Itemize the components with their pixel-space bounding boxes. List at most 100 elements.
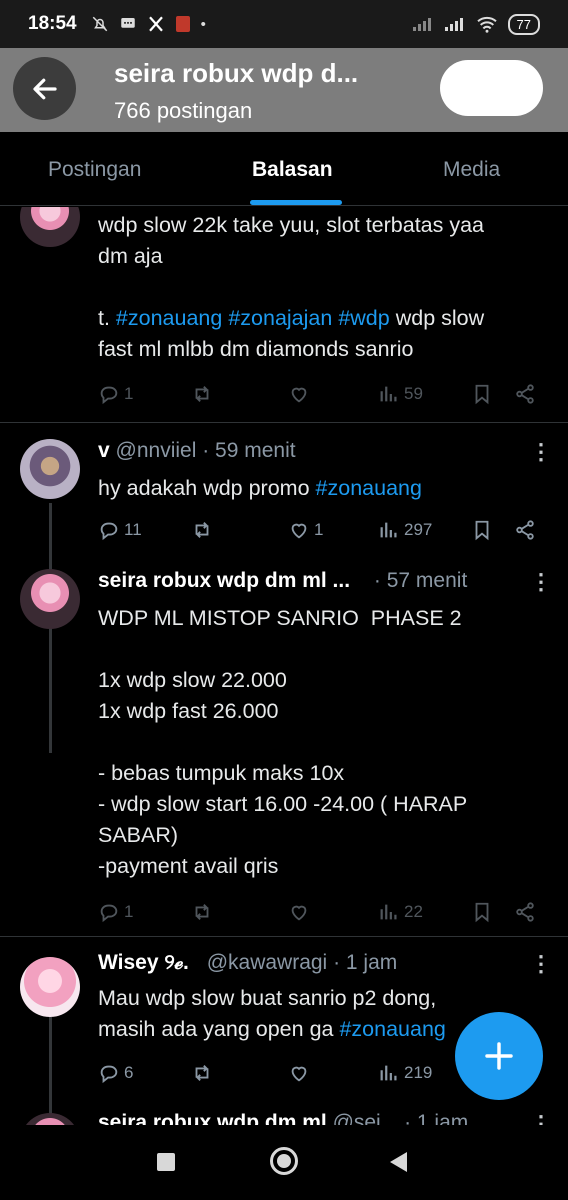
avatar[interactable] (20, 1113, 80, 1125)
avatar[interactable] (20, 207, 80, 247)
profile-tabs: Postingan Balasan Media (0, 132, 568, 206)
reply-count: 1 (124, 384, 134, 403)
more-options-button[interactable]: ⋮ (530, 953, 552, 975)
plus-icon (485, 1042, 513, 1070)
replies-feed: wdp slow 22k take yuu, slot terbatas yaa… (0, 207, 568, 1125)
view-count: 59 (404, 384, 423, 403)
reply-button[interactable]: 6 (98, 1062, 133, 1084)
author-name[interactable]: seira robux wdp dm ml ... (98, 569, 350, 592)
like-button[interactable] (288, 1062, 310, 1084)
post-count: 766 postingan (114, 98, 253, 123)
post-time: · 59 menit (202, 439, 296, 462)
share-icon (516, 520, 534, 540)
post-meta: Wisey ୨ℯ. @kawawragi · 1 jam (98, 951, 397, 975)
system-icons: 77 (412, 13, 540, 35)
bookmark-button[interactable] (471, 901, 493, 923)
status-bar: 18:54 • 77 (0, 0, 568, 48)
hashtag-link[interactable]: #wdp (338, 306, 389, 330)
repost-button[interactable] (191, 383, 213, 405)
share-icon (516, 384, 534, 404)
repost-icon (195, 1065, 209, 1081)
like-count: 1 (314, 520, 324, 539)
views-button[interactable]: 297 (378, 519, 432, 541)
share-button[interactable] (514, 519, 536, 541)
views-button[interactable]: 22 (378, 901, 423, 923)
battery-indicator: 77 (507, 13, 540, 35)
active-tab-indicator (250, 200, 342, 205)
system-navigation-bar (0, 1125, 568, 1200)
repost-button[interactable] (191, 901, 213, 923)
post-text: wdp slow 22k take yuu, slot terbatas yaa… (98, 213, 485, 361)
repost-icon (195, 386, 209, 402)
more-options-button[interactable]: ⋮ (530, 441, 552, 463)
more-options-button[interactable]: ⋮ (530, 1113, 552, 1126)
x-logo-icon (148, 16, 163, 32)
views-chart-icon (380, 904, 397, 920)
thread-line (49, 1017, 52, 1125)
reply-icon (100, 904, 118, 923)
follow-button[interactable] (440, 60, 543, 116)
post-actions: 1 22 (98, 901, 548, 929)
profile-header: seira robux wdp d... 766 postingan (0, 48, 568, 132)
post-meta: seira robux wdp dm ml @sei... · 1 jam (98, 1111, 468, 1125)
like-button[interactable] (288, 383, 310, 405)
views-chart-icon (380, 1065, 397, 1081)
more-options-button[interactable]: ⋮ (530, 571, 552, 593)
views-button[interactable]: 59 (378, 383, 423, 405)
back-button[interactable] (13, 57, 76, 120)
reply-count: 6 (124, 1063, 134, 1082)
reply-button[interactable]: 11 (98, 519, 142, 541)
author-name[interactable]: Wisey ୨ℯ. (98, 951, 189, 974)
home-button[interactable] (270, 1147, 298, 1175)
repost-icon (195, 904, 209, 920)
views-chart-icon (380, 386, 397, 402)
hashtag-link[interactable]: #zonauang (316, 476, 422, 500)
avatar[interactable] (20, 569, 80, 629)
post-meta: seira robux wdp dm ml ... · 57 menit (98, 569, 467, 593)
repost-icon (195, 522, 209, 538)
back-nav-button[interactable] (390, 1152, 407, 1172)
reply-button[interactable]: 1 (98, 901, 133, 923)
view-count: 219 (404, 1063, 433, 1082)
share-button[interactable] (514, 383, 536, 405)
compose-post-button[interactable] (455, 1012, 543, 1100)
arrow-left-icon (32, 78, 57, 99)
profile-title: seira robux wdp d... (114, 58, 359, 88)
heart-icon (291, 905, 307, 921)
tab-postingan[interactable]: Postingan (48, 158, 141, 182)
message-icon (120, 18, 135, 28)
hashtag-link[interactable]: #zonajajan (228, 306, 332, 330)
hashtag-link[interactable]: #zonauang (339, 1017, 445, 1041)
bookmark-button[interactable] (471, 383, 493, 405)
app-icon (175, 16, 190, 32)
tab-balasan[interactable]: Balasan (252, 158, 333, 182)
like-button[interactable] (288, 901, 310, 923)
heart-icon (291, 523, 307, 539)
reply-count: 1 (124, 902, 134, 921)
tab-media[interactable]: Media (443, 158, 500, 182)
post-meta: v @nnviiel · 59 menit (98, 439, 296, 463)
bookmark-button[interactable] (471, 519, 493, 541)
signal-icon (412, 18, 431, 31)
bookmark-icon (475, 384, 489, 405)
like-button[interactable]: 1 (288, 519, 323, 541)
author-name[interactable]: v (98, 439, 110, 462)
bell-muted-icon (92, 16, 107, 32)
post-time: · 1 jam (333, 951, 398, 974)
repost-button[interactable] (191, 1062, 213, 1084)
hashtag-link[interactable]: #zonauang (116, 306, 222, 330)
views-button[interactable]: 219 (378, 1062, 432, 1084)
author-name[interactable]: seira robux wdp dm ml (98, 1111, 327, 1125)
author-handle: @sei... (332, 1111, 399, 1125)
reply-icon (100, 386, 118, 405)
post-divider (0, 936, 568, 937)
avatar[interactable] (20, 957, 80, 1017)
share-button[interactable] (514, 901, 536, 923)
author-handle: @kawawragi (206, 951, 328, 974)
reply-button[interactable]: 1 (98, 383, 133, 405)
avatar[interactable] (20, 439, 80, 499)
repost-button[interactable] (191, 519, 213, 541)
recent-apps-button[interactable] (157, 1153, 175, 1171)
notification-icons: • (91, 15, 206, 33)
heart-icon (291, 1066, 307, 1082)
